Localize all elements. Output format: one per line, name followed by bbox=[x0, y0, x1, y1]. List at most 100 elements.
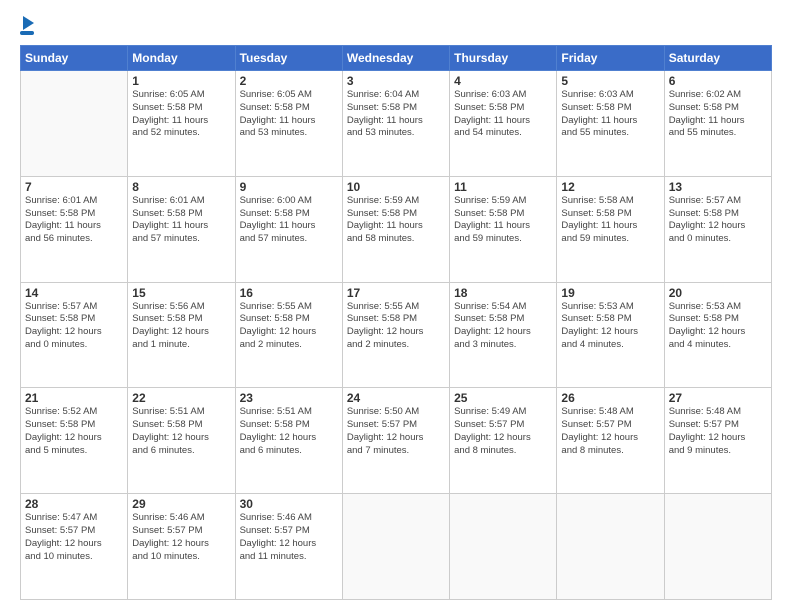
calendar-cell: 22Sunrise: 5:51 AM Sunset: 5:58 PM Dayli… bbox=[128, 388, 235, 494]
day-header-saturday: Saturday bbox=[664, 46, 771, 71]
day-info: Sunrise: 5:49 AM Sunset: 5:57 PM Dayligh… bbox=[454, 406, 552, 457]
logo bbox=[20, 18, 34, 35]
calendar-cell: 8Sunrise: 6:01 AM Sunset: 5:58 PM Daylig… bbox=[128, 176, 235, 282]
calendar-week-1: 1Sunrise: 6:05 AM Sunset: 5:58 PM Daylig… bbox=[21, 71, 772, 177]
day-number: 24 bbox=[347, 391, 445, 405]
day-number: 26 bbox=[561, 391, 659, 405]
calendar-body: 1Sunrise: 6:05 AM Sunset: 5:58 PM Daylig… bbox=[21, 71, 772, 600]
calendar-cell: 16Sunrise: 5:55 AM Sunset: 5:58 PM Dayli… bbox=[235, 282, 342, 388]
day-number: 22 bbox=[132, 391, 230, 405]
calendar-table: SundayMondayTuesdayWednesdayThursdayFrid… bbox=[20, 45, 772, 600]
day-info: Sunrise: 6:01 AM Sunset: 5:58 PM Dayligh… bbox=[25, 195, 123, 246]
calendar-cell bbox=[21, 71, 128, 177]
day-number: 2 bbox=[240, 74, 338, 88]
calendar-cell: 5Sunrise: 6:03 AM Sunset: 5:58 PM Daylig… bbox=[557, 71, 664, 177]
day-number: 5 bbox=[561, 74, 659, 88]
calendar-cell: 23Sunrise: 5:51 AM Sunset: 5:58 PM Dayli… bbox=[235, 388, 342, 494]
day-info: Sunrise: 5:59 AM Sunset: 5:58 PM Dayligh… bbox=[347, 195, 445, 246]
day-number: 9 bbox=[240, 180, 338, 194]
day-number: 11 bbox=[454, 180, 552, 194]
calendar-cell: 18Sunrise: 5:54 AM Sunset: 5:58 PM Dayli… bbox=[450, 282, 557, 388]
calendar-cell: 13Sunrise: 5:57 AM Sunset: 5:58 PM Dayli… bbox=[664, 176, 771, 282]
day-info: Sunrise: 6:05 AM Sunset: 5:58 PM Dayligh… bbox=[132, 89, 230, 140]
calendar-cell: 26Sunrise: 5:48 AM Sunset: 5:57 PM Dayli… bbox=[557, 388, 664, 494]
calendar-cell: 14Sunrise: 5:57 AM Sunset: 5:58 PM Dayli… bbox=[21, 282, 128, 388]
day-info: Sunrise: 5:56 AM Sunset: 5:58 PM Dayligh… bbox=[132, 301, 230, 352]
calendar-week-3: 14Sunrise: 5:57 AM Sunset: 5:58 PM Dayli… bbox=[21, 282, 772, 388]
day-info: Sunrise: 5:54 AM Sunset: 5:58 PM Dayligh… bbox=[454, 301, 552, 352]
calendar-cell: 30Sunrise: 5:46 AM Sunset: 5:57 PM Dayli… bbox=[235, 494, 342, 600]
day-info: Sunrise: 5:53 AM Sunset: 5:58 PM Dayligh… bbox=[669, 301, 767, 352]
day-header-wednesday: Wednesday bbox=[342, 46, 449, 71]
day-number: 12 bbox=[561, 180, 659, 194]
calendar-cell: 3Sunrise: 6:04 AM Sunset: 5:58 PM Daylig… bbox=[342, 71, 449, 177]
calendar-cell bbox=[557, 494, 664, 600]
day-number: 8 bbox=[132, 180, 230, 194]
calendar-header: SundayMondayTuesdayWednesdayThursdayFrid… bbox=[21, 46, 772, 71]
day-info: Sunrise: 5:57 AM Sunset: 5:58 PM Dayligh… bbox=[669, 195, 767, 246]
day-info: Sunrise: 5:51 AM Sunset: 5:58 PM Dayligh… bbox=[240, 406, 338, 457]
day-number: 15 bbox=[132, 286, 230, 300]
calendar-cell: 19Sunrise: 5:53 AM Sunset: 5:58 PM Dayli… bbox=[557, 282, 664, 388]
day-info: Sunrise: 5:58 AM Sunset: 5:58 PM Dayligh… bbox=[561, 195, 659, 246]
day-number: 3 bbox=[347, 74, 445, 88]
day-number: 23 bbox=[240, 391, 338, 405]
day-header-tuesday: Tuesday bbox=[235, 46, 342, 71]
day-info: Sunrise: 6:03 AM Sunset: 5:58 PM Dayligh… bbox=[454, 89, 552, 140]
day-number: 10 bbox=[347, 180, 445, 194]
calendar-cell: 28Sunrise: 5:47 AM Sunset: 5:57 PM Dayli… bbox=[21, 494, 128, 600]
day-number: 29 bbox=[132, 497, 230, 511]
day-number: 13 bbox=[669, 180, 767, 194]
calendar-cell: 11Sunrise: 5:59 AM Sunset: 5:58 PM Dayli… bbox=[450, 176, 557, 282]
logo-underline bbox=[20, 31, 34, 35]
logo-arrow-icon bbox=[23, 16, 34, 30]
calendar-cell bbox=[664, 494, 771, 600]
day-header-monday: Monday bbox=[128, 46, 235, 71]
calendar-cell: 2Sunrise: 6:05 AM Sunset: 5:58 PM Daylig… bbox=[235, 71, 342, 177]
day-number: 4 bbox=[454, 74, 552, 88]
calendar-cell bbox=[450, 494, 557, 600]
day-info: Sunrise: 5:55 AM Sunset: 5:58 PM Dayligh… bbox=[240, 301, 338, 352]
calendar-cell: 24Sunrise: 5:50 AM Sunset: 5:57 PM Dayli… bbox=[342, 388, 449, 494]
day-info: Sunrise: 5:59 AM Sunset: 5:58 PM Dayligh… bbox=[454, 195, 552, 246]
day-header-friday: Friday bbox=[557, 46, 664, 71]
calendar-cell: 15Sunrise: 5:56 AM Sunset: 5:58 PM Dayli… bbox=[128, 282, 235, 388]
calendar-cell: 1Sunrise: 6:05 AM Sunset: 5:58 PM Daylig… bbox=[128, 71, 235, 177]
day-number: 7 bbox=[25, 180, 123, 194]
day-number: 27 bbox=[669, 391, 767, 405]
calendar-week-2: 7Sunrise: 6:01 AM Sunset: 5:58 PM Daylig… bbox=[21, 176, 772, 282]
calendar-cell: 17Sunrise: 5:55 AM Sunset: 5:58 PM Dayli… bbox=[342, 282, 449, 388]
day-info: Sunrise: 5:51 AM Sunset: 5:58 PM Dayligh… bbox=[132, 406, 230, 457]
logo-blue-part bbox=[20, 18, 34, 35]
day-info: Sunrise: 6:04 AM Sunset: 5:58 PM Dayligh… bbox=[347, 89, 445, 140]
day-info: Sunrise: 5:52 AM Sunset: 5:58 PM Dayligh… bbox=[25, 406, 123, 457]
day-number: 30 bbox=[240, 497, 338, 511]
day-number: 25 bbox=[454, 391, 552, 405]
day-info: Sunrise: 5:53 AM Sunset: 5:58 PM Dayligh… bbox=[561, 301, 659, 352]
calendar-cell: 21Sunrise: 5:52 AM Sunset: 5:58 PM Dayli… bbox=[21, 388, 128, 494]
day-number: 18 bbox=[454, 286, 552, 300]
day-info: Sunrise: 5:55 AM Sunset: 5:58 PM Dayligh… bbox=[347, 301, 445, 352]
day-info: Sunrise: 6:00 AM Sunset: 5:58 PM Dayligh… bbox=[240, 195, 338, 246]
calendar-cell: 9Sunrise: 6:00 AM Sunset: 5:58 PM Daylig… bbox=[235, 176, 342, 282]
calendar-cell: 25Sunrise: 5:49 AM Sunset: 5:57 PM Dayli… bbox=[450, 388, 557, 494]
calendar-cell: 4Sunrise: 6:03 AM Sunset: 5:58 PM Daylig… bbox=[450, 71, 557, 177]
day-number: 20 bbox=[669, 286, 767, 300]
day-info: Sunrise: 5:48 AM Sunset: 5:57 PM Dayligh… bbox=[561, 406, 659, 457]
day-number: 17 bbox=[347, 286, 445, 300]
day-number: 19 bbox=[561, 286, 659, 300]
day-number: 16 bbox=[240, 286, 338, 300]
calendar-cell: 20Sunrise: 5:53 AM Sunset: 5:58 PM Dayli… bbox=[664, 282, 771, 388]
day-number: 1 bbox=[132, 74, 230, 88]
calendar-cell: 12Sunrise: 5:58 AM Sunset: 5:58 PM Dayli… bbox=[557, 176, 664, 282]
day-info: Sunrise: 6:02 AM Sunset: 5:58 PM Dayligh… bbox=[669, 89, 767, 140]
calendar-cell bbox=[342, 494, 449, 600]
day-number: 21 bbox=[25, 391, 123, 405]
day-info: Sunrise: 5:48 AM Sunset: 5:57 PM Dayligh… bbox=[669, 406, 767, 457]
page: SundayMondayTuesdayWednesdayThursdayFrid… bbox=[0, 0, 792, 612]
calendar-cell: 10Sunrise: 5:59 AM Sunset: 5:58 PM Dayli… bbox=[342, 176, 449, 282]
day-info: Sunrise: 5:46 AM Sunset: 5:57 PM Dayligh… bbox=[132, 512, 230, 563]
calendar-cell: 29Sunrise: 5:46 AM Sunset: 5:57 PM Dayli… bbox=[128, 494, 235, 600]
day-number: 14 bbox=[25, 286, 123, 300]
calendar-week-5: 28Sunrise: 5:47 AM Sunset: 5:57 PM Dayli… bbox=[21, 494, 772, 600]
